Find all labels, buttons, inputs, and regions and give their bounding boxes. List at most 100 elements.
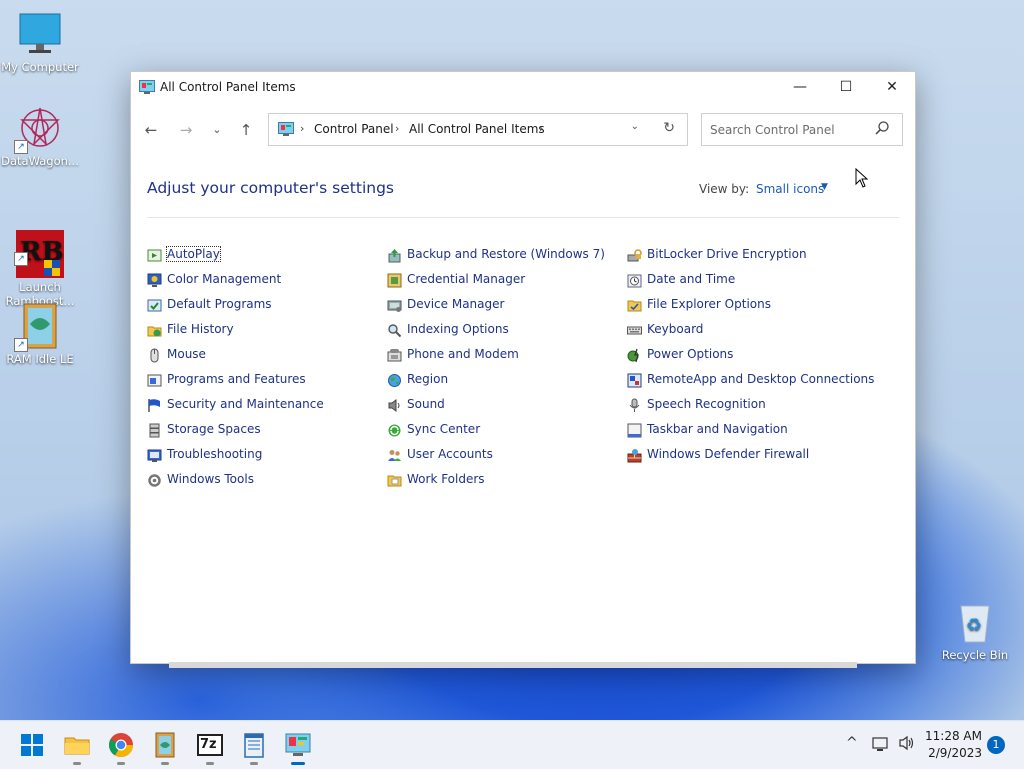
clock-time[interactable]: 11:28 AM [918,729,982,743]
up-button[interactable]: ↑ [234,118,258,142]
file-history-icon [147,326,162,337]
running-indicator [161,762,169,765]
breadcrumb-control-panel[interactable]: Control Panel [314,122,394,136]
breadcrumb-separator[interactable]: › [539,122,543,135]
back-button[interactable]: ← [139,118,163,142]
desktop-icon-label: RAM Idle LE [6,352,74,366]
network-icon[interactable] [872,736,890,752]
desktop-icon-ramboost[interactable]: RB ↗ Launch Ramboost... [0,202,80,308]
file-explorer-icon [64,737,90,755]
bitlocker-icon [627,249,642,262]
search-input[interactable] [703,115,872,144]
control-panel-window: All Control Panel Items — ☐ ✕ ← → ⌄ ↑ › … [130,71,916,668]
view-by-label: View by: [699,182,750,196]
taskbar-ram-idle[interactable] [151,731,179,765]
desktop-icon-ram-idle[interactable]: ↗ RAM Idle LE [0,302,80,366]
volume-icon[interactable] [898,735,916,751]
phone-icon [387,349,402,362]
control-panel-icon [278,122,294,136]
horizontal-scrollbar[interactable] [169,662,857,668]
desktop-icon-my-computer[interactable]: My Computer [0,10,80,74]
microphone-icon [629,398,640,412]
notepad-icon [244,733,264,758]
ram-idle-icon [155,732,175,758]
taskbar-control-panel[interactable] [284,731,312,765]
7zip-label: 7z [200,737,217,752]
control-panel-icon [139,80,155,94]
search-icon[interactable] [874,120,890,136]
default-programs-icon [147,299,162,312]
credential-icon [387,273,402,288]
control-panel-icon [285,733,311,756]
address-bar[interactable]: › Control Panel › All Control Panel Item… [268,113,688,146]
view-by-dropdown[interactable]: Small icons [756,182,824,196]
caret-down-icon[interactable]: ▼ [821,182,828,192]
sync-icon [388,424,401,437]
desktop-icon-recycle-bin[interactable]: ♻ Recycle Bin [935,598,1015,662]
ramboost-icon: RB ↗ [14,216,64,278]
recycle-bin-icon: ♻ [951,598,999,646]
desktop-icon-label: My Computer [1,60,79,74]
work-folders-icon [387,475,402,487]
keyboard-icon [627,326,642,335]
start-button[interactable] [18,731,46,759]
shortcut-arrow-icon: ↗ [14,140,28,154]
refresh-icon[interactable]: ↻ [663,120,675,136]
taskbar-file-explorer[interactable] [63,731,91,765]
active-indicator [291,762,305,765]
taskbar-icon [627,423,642,438]
recent-locations-button[interactable]: ⌄ [205,118,229,142]
programs-features-icon [147,374,162,387]
desktop-icon-label: Recycle Bin [941,648,1009,662]
backup-icon [388,249,401,263]
storage-icon [149,423,160,438]
svg-text:♻: ♻ [966,615,982,636]
forward-button[interactable]: → [174,118,198,142]
chrome-icon [108,733,133,758]
ram-idle-icon: ↗ [14,302,64,352]
running-indicator [206,762,214,765]
clock-date[interactable]: 2/9/2023 [918,746,982,760]
maximize-button[interactable]: ☐ [823,72,869,102]
divider [147,217,899,218]
minimize-button[interactable]: — [777,72,823,102]
search-box[interactable] [701,113,903,146]
breadcrumb-separator[interactable]: › [395,122,399,135]
navigation-bar: ← → ⌄ ↑ › Control Panel › All Control Pa… [131,112,915,148]
datawagon-icon: ↗ [14,104,64,154]
taskbar: 7z ^ 11:28 AM 2/9/2023 1 [0,720,1024,769]
taskbar-chrome[interactable] [107,731,135,765]
clock-icon [627,274,642,288]
show-hidden-icons-button[interactable]: ^ [846,735,858,751]
shortcut-arrow-icon: ↗ [14,338,28,352]
troubleshooting-icon [147,449,162,462]
taskbar-7zip[interactable]: 7z [196,731,224,765]
speaker-icon [388,399,400,412]
flag-icon [148,399,160,412]
monitor-icon [16,10,64,58]
breadcrumb-all-items[interactable]: All Control Panel Items [409,122,545,136]
globe-icon [388,374,401,387]
page-heading: Adjust your computer's settings [147,179,394,197]
indexing-icon [388,324,402,338]
running-indicator [117,762,125,765]
folder-options-icon [627,300,642,312]
taskbar-notepad[interactable] [240,731,268,765]
remoteapp-icon [627,373,642,388]
desktop-icon-datawagon[interactable]: ↗ DataWagon... [0,104,80,168]
power-icon [627,348,639,363]
desktop-icon-label: DataWagon... [1,154,79,168]
shortcut-arrow-icon: ↗ [14,252,28,266]
mouse-icon [150,348,159,363]
device-manager-icon [387,300,402,312]
color-management-icon [147,273,162,287]
title-bar[interactable]: All Control Panel Items — ☐ ✕ [131,72,915,102]
notification-badge[interactable]: 1 [987,736,1005,754]
close-button[interactable]: ✕ [869,72,915,102]
autoplay-icon [147,249,162,262]
start-icon [21,734,43,756]
address-dropdown-icon[interactable]: ⌄ [631,121,639,132]
windows-tools-icon [148,474,161,487]
breadcrumb-separator: › [300,122,305,135]
users-icon [388,450,401,461]
